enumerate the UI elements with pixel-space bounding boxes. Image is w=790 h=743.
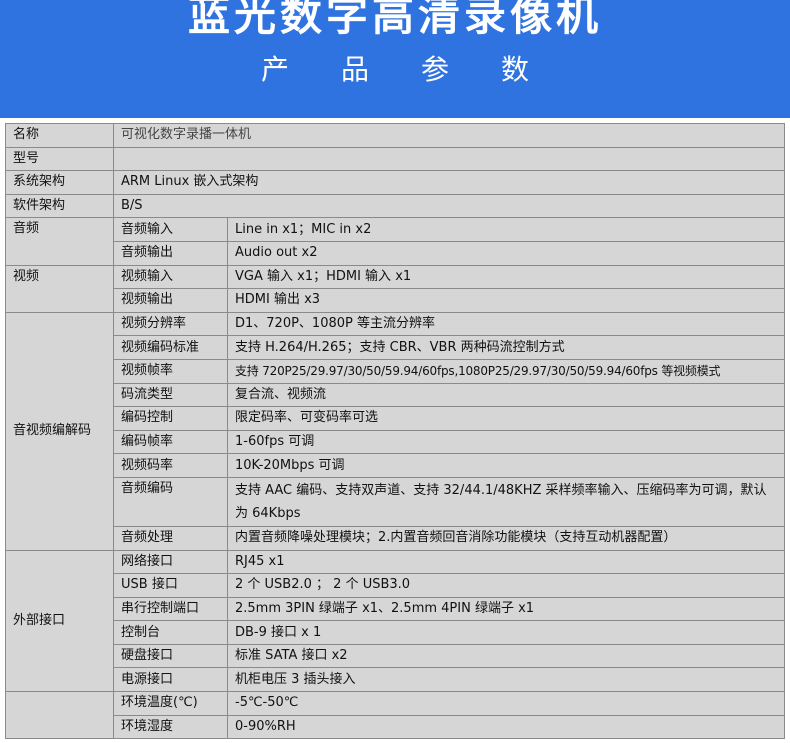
row-value: DB-9 接口 x 1 [227, 620, 785, 645]
row-value: B/S [113, 193, 785, 219]
spec-table-container: 名称 可视化数字录播一体机 型号 系统架构 ARM Linux 嵌入式架构 软件… [5, 123, 785, 740]
row-label: 串行控制端口 [113, 596, 228, 622]
table-row: 环境温度(℃) -5℃-50℃ [5, 691, 785, 740]
row-label: 环境温度(℃) [113, 691, 228, 716]
row-value: 支持 720P25/29.97/30/50/59.94/60fps,1080P2… [227, 358, 785, 384]
row-label: 音频输出 [113, 240, 228, 266]
row-value: 内置音频降噪处理模块；2.内置音频回音消除功能模块（支持互动机器配置） [227, 525, 785, 551]
table-row: 视频 视频输入 VGA 输入 x1；HDMI 输入 x1 [5, 264, 785, 313]
row-label: 视频码率 [113, 453, 228, 478]
table-row: 控制台 DB-9 接口 x 1 [6, 620, 785, 645]
row-label: 型号 [5, 146, 114, 172]
table-row: 音频编码 支持 AAC 编码、支持双声道、支持 32/44.1/48KHZ 采样… [6, 476, 785, 527]
row-value: 机柜电压 3 插头接入 [227, 667, 785, 693]
group-label-video: 视频 [5, 264, 114, 313]
row-label: 硬盘接口 [113, 643, 228, 669]
row-value: 10K-20Mbps 可调 [227, 453, 785, 478]
row-value: Audio out x2 [227, 240, 785, 266]
table-row: 视频输出 HDMI 输出 x3 [6, 288, 785, 313]
table-row: 视频码率 10K-20Mbps 可调 [6, 453, 785, 478]
table-row: 外部接口 网络接口 RJ45 x1 [5, 549, 785, 693]
row-value: 2 个 USB2.0 ； 2 个 USB3.0 [227, 573, 785, 598]
row-value: 支持 AAC 编码、支持双声道、支持 32/44.1/48KHZ 采样频率输入、… [227, 476, 785, 527]
table-row: 音频输出 Audio out x2 [6, 240, 785, 266]
row-value: 0-90%RH [227, 714, 785, 740]
subtitle-char: 产 [260, 53, 289, 86]
row-label: 码流类型 [113, 382, 228, 408]
row-value: HDMI 输出 x3 [227, 288, 785, 313]
row-label: 编码控制 [113, 406, 228, 431]
table-row: 型号 [5, 146, 785, 172]
row-label: 编码帧率 [113, 429, 228, 455]
table-row: 系统架构 ARM Linux 嵌入式架构 [5, 170, 785, 195]
table-row: USB 接口 2 个 USB2.0 ； 2 个 USB3.0 [6, 573, 785, 598]
row-value: 复合流、视频流 [227, 382, 785, 408]
row-label: 音频输入 [113, 217, 228, 242]
row-label: 视频帧率 [113, 358, 228, 384]
table-row: 编码控制 限定码率、可变码率可选 [6, 406, 785, 431]
row-value: 可视化数字录播一体机 [113, 123, 785, 148]
row-value: 标准 SATA 接口 x2 [227, 643, 785, 669]
row-value: -5℃-50℃ [227, 691, 785, 716]
row-value: RJ45 x1 [227, 549, 785, 575]
row-label: 视频编码标准 [113, 335, 228, 360]
table-row: 音频 音频输入 Line in x1；MIC in x2 [5, 217, 785, 266]
table-row: 环境湿度 0-90%RH [6, 714, 785, 740]
group-label-ports: 外部接口 [5, 549, 114, 693]
row-label: 音频编码 [113, 476, 228, 527]
row-label: 名称 [5, 123, 114, 148]
row-label: 网络接口 [113, 549, 228, 575]
row-label: 电源接口 [113, 667, 228, 693]
row-label: 控制台 [113, 620, 228, 645]
group-label-env [5, 691, 114, 740]
table-row: 电源接口 机柜电压 3 插头接入 [6, 667, 785, 693]
table-row: 名称 可视化数字录播一体机 [5, 123, 785, 148]
group-label-audio: 音频 [5, 217, 114, 266]
table-row: 码流类型 复合流、视频流 [6, 382, 785, 408]
row-value: D1、720P、1080P 等主流分辨率 [227, 311, 785, 337]
row-label: USB 接口 [113, 573, 228, 598]
row-value: 限定码率、可变码率可选 [227, 406, 785, 431]
row-value: VGA 输入 x1；HDMI 输入 x1 [227, 264, 785, 290]
spec-table: 名称 可视化数字录播一体机 型号 系统架构 ARM Linux 嵌入式架构 软件… [5, 123, 785, 740]
row-label: 系统架构 [5, 170, 114, 195]
table-row: 软件架构 B/S [5, 193, 785, 219]
row-value: Line in x1；MIC in x2 [227, 217, 785, 242]
row-value: 1-60fps 可调 [227, 429, 785, 455]
table-row: 串行控制端口 2.5mm 3PIN 绿端子 x1、2.5mm 4PIN 绿端子 … [6, 596, 785, 622]
group-label-codec: 音视频编解码 [5, 311, 114, 551]
header-banner: 蓝光数字高清录像机 产 品 参 数 [0, 0, 790, 118]
table-row: 硬盘接口 标准 SATA 接口 x2 [6, 643, 785, 669]
table-row: 视频编码标准 支持 H.264/H.265；支持 CBR、VBR 两种码流控制方… [6, 335, 785, 360]
table-row: 音视频编解码 视频分辨率 D1、720P、1080P 等主流分辨率 [5, 311, 785, 551]
product-title: 蓝光数字高清录像机 [187, 0, 602, 40]
row-label: 环境湿度 [113, 714, 228, 740]
table-row: 视频帧率 支持 720P25/29.97/30/50/59.94/60fps,1… [6, 358, 785, 384]
row-value: ARM Linux 嵌入式架构 [113, 170, 785, 195]
row-label: 视频输出 [113, 288, 228, 313]
table-row: 编码帧率 1-60fps 可调 [6, 429, 785, 455]
row-value [113, 146, 785, 172]
subtitle-char: 参 [421, 53, 450, 86]
row-value: 支持 H.264/H.265；支持 CBR、VBR 两种码流控制方式 [227, 335, 785, 360]
section-subtitle: 产品参数 [0, 48, 790, 88]
table-row: 音频处理 内置音频降噪处理模块；2.内置音频回音消除功能模块（支持互动机器配置） [6, 525, 785, 551]
row-label: 视频输入 [113, 264, 228, 290]
row-label: 视频分辨率 [113, 311, 228, 337]
subtitle-char: 数 [501, 53, 530, 86]
row-label: 音频处理 [113, 525, 228, 551]
subtitle-char: 品 [340, 53, 369, 86]
row-value: 2.5mm 3PIN 绿端子 x1、2.5mm 4PIN 绿端子 x1 [227, 596, 785, 622]
row-label: 软件架构 [5, 193, 114, 219]
